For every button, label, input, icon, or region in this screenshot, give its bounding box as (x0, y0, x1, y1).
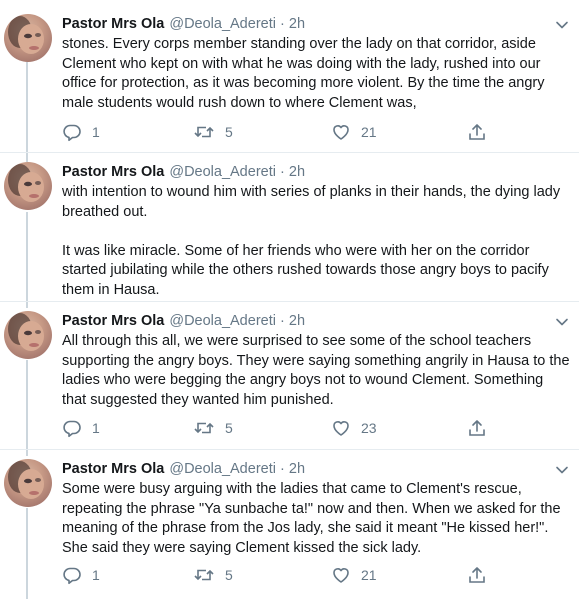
share-icon (469, 567, 485, 583)
reply-button[interactable]: 1 (62, 565, 100, 585)
author-handle[interactable]: @Deola_Adereti (169, 313, 276, 329)
tweet-text: with intention to wound him with series … (62, 184, 561, 298)
tweet-header: Pastor Mrs Ola @Deola_Adereti · 2h (62, 311, 305, 331)
reply-icon (63, 420, 81, 438)
tweet-actions: 1 5 21 (62, 122, 502, 142)
tweet-header: Pastor Mrs Ola @Deola_Adereti · 2h (62, 162, 305, 182)
like-button[interactable]: 21 (331, 122, 377, 142)
share-icon (469, 420, 485, 436)
retweet-count: 5 (225, 567, 233, 583)
tweet-actions: 1 5 21 (62, 565, 502, 585)
tweet[interactable]: Pastor Mrs Ola @Deola_Adereti · 2h with i… (0, 153, 579, 301)
retweet-button[interactable]: 5 (193, 122, 233, 142)
reply-icon (63, 567, 81, 585)
retweet-count: 5 (225, 124, 233, 140)
timestamp[interactable]: 2h (289, 164, 305, 180)
share-button[interactable] (467, 418, 487, 438)
share-button[interactable] (467, 565, 487, 585)
heart-icon (333, 125, 349, 140)
avatar[interactable] (4, 162, 52, 210)
tweet-actions: 1 5 23 (62, 418, 502, 438)
reply-count: 1 (92, 124, 100, 140)
chevron-down-icon[interactable] (555, 18, 569, 32)
chevron-down-icon[interactable] (555, 315, 569, 329)
separator-dot: · (280, 313, 285, 329)
like-count: 23 (361, 420, 377, 436)
like-count: 21 (361, 567, 377, 583)
reply-icon (63, 124, 81, 142)
share-button[interactable] (467, 122, 487, 142)
author-handle[interactable]: @Deola_Adereti (169, 461, 276, 477)
tweet-header: Pastor Mrs Ola @Deola_Adereti · 2h (62, 14, 305, 34)
timestamp[interactable]: 2h (289, 313, 305, 329)
heart-icon (333, 568, 349, 583)
author-name[interactable]: Pastor Mrs Ola (62, 16, 164, 32)
avatar[interactable] (4, 14, 52, 62)
like-count: 21 (361, 124, 377, 140)
tweet-header: Pastor Mrs Ola @Deola_Adereti · 2h (62, 459, 305, 479)
retweet-icon (194, 126, 214, 138)
author-handle[interactable]: @Deola_Adereti (169, 164, 276, 180)
tweet-text: Some were busy arguing with the ladies t… (62, 481, 561, 556)
reply-count: 1 (92, 567, 100, 583)
author-name[interactable]: Pastor Mrs Ola (62, 164, 164, 180)
separator-dot: · (280, 16, 285, 32)
like-button[interactable]: 23 (331, 418, 377, 438)
tweet-feed: Pastor Mrs Ola @Deola_Adereti · 2h stones… (0, 0, 579, 599)
tweet[interactable]: Pastor Mrs Ola @Deola_Adereti · 2h stones… (0, 0, 579, 150)
reply-count: 1 (92, 420, 100, 436)
timestamp[interactable]: 2h (289, 16, 305, 32)
share-icon (469, 124, 485, 140)
avatar[interactable] (4, 459, 52, 507)
retweet-icon (194, 422, 214, 434)
retweet-icon (194, 569, 214, 581)
reply-button[interactable]: 1 (62, 122, 100, 142)
tweet[interactable]: Pastor Mrs Ola @Deola_Adereti · 2h All th… (0, 302, 579, 449)
tweet[interactable]: Pastor Mrs Ola @Deola_Adereti · 2h Some w… (0, 450, 579, 599)
reply-button[interactable]: 1 (62, 418, 100, 438)
separator-dot: · (280, 461, 285, 477)
avatar[interactable] (4, 311, 52, 359)
retweet-count: 5 (225, 420, 233, 436)
tweet-text: stones. Every corps member standing over… (62, 36, 545, 111)
author-handle[interactable]: @Deola_Adereti (169, 16, 276, 32)
retweet-button[interactable]: 5 (193, 418, 233, 438)
author-name[interactable]: Pastor Mrs Ola (62, 313, 164, 329)
separator-dot: · (280, 164, 285, 180)
like-button[interactable]: 21 (331, 565, 377, 585)
retweet-button[interactable]: 5 (193, 565, 233, 585)
chevron-down-icon[interactable] (555, 463, 569, 477)
author-name[interactable]: Pastor Mrs Ola (62, 461, 164, 477)
heart-icon (333, 421, 349, 436)
timestamp[interactable]: 2h (289, 461, 305, 477)
tweet-text: All through this all, we were surprised … (62, 333, 570, 408)
